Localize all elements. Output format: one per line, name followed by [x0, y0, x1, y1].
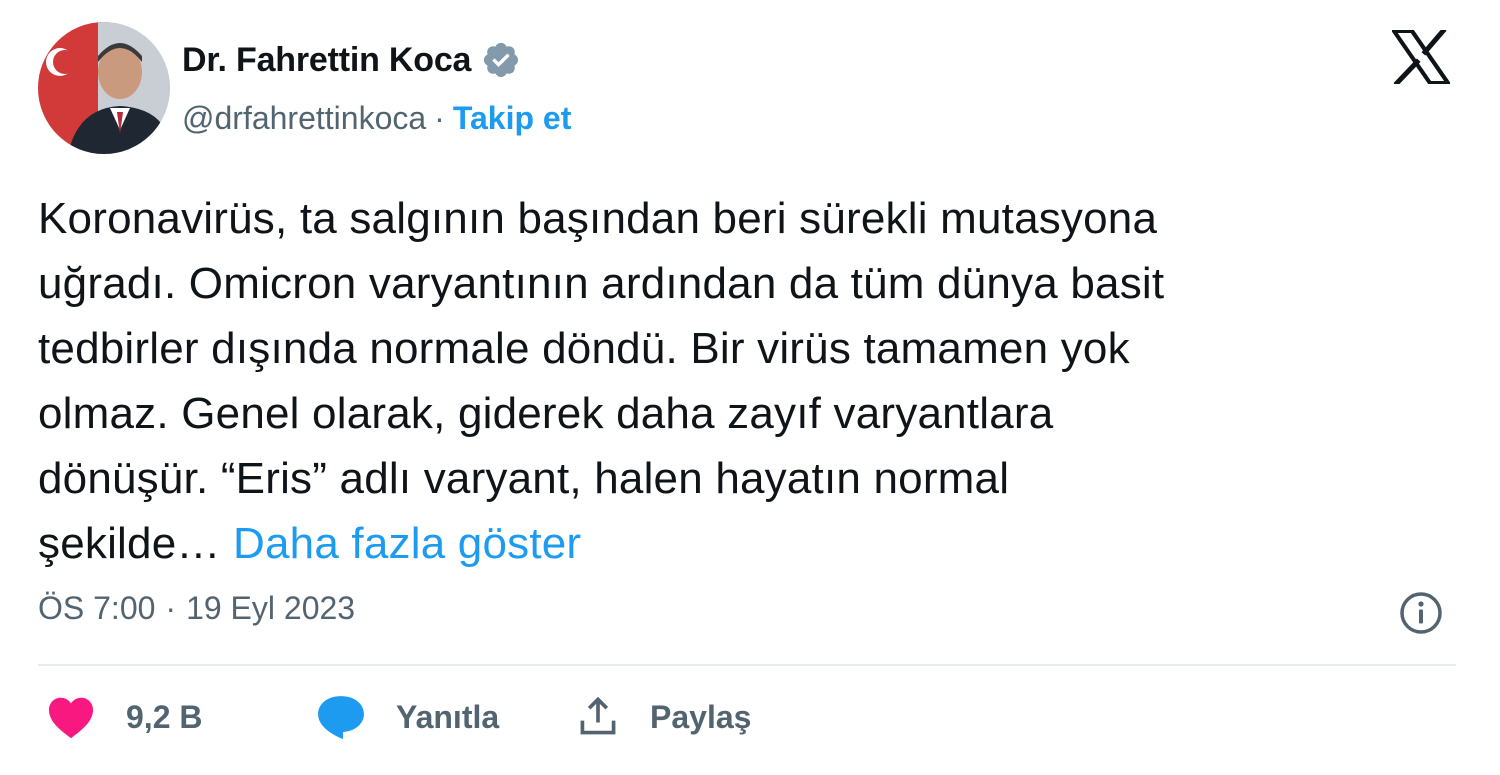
like-button[interactable]: 9,2 B — [46, 695, 316, 739]
author-handle[interactable]: @drfahrettinkoca — [182, 100, 426, 137]
handle-separator: · — [434, 100, 445, 136]
tweet-text-truncated: şekilde… — [38, 519, 221, 568]
tweet-text-line: dönüşür. “Eris” adlı varyant, halen haya… — [38, 454, 1010, 503]
share-icon — [576, 694, 620, 740]
verified-badge-icon — [481, 40, 521, 80]
show-more-link[interactable]: Daha fazla göster — [233, 519, 581, 568]
reply-button[interactable]: Yanıtla — [316, 694, 576, 740]
share-label: Paylaş — [650, 698, 752, 735]
action-bar: 9,2 B Yanıtla Paylaş — [46, 694, 751, 740]
tweet-embed-card: Dr. Fahrettin Koca @drfahrettinkoca · Ta… — [0, 0, 1500, 775]
reply-bubble-icon — [316, 694, 366, 740]
tweet-text-line: olmaz. Genel olarak, giderek daha zayıf … — [38, 389, 1054, 438]
tweet-text-line: tedbirler dışında normale döndü. Bir vir… — [38, 324, 1130, 373]
tweet-text: Koronavirüs, ta salgının başından beri s… — [38, 186, 1458, 576]
meta-separator: · — [165, 590, 177, 626]
share-button[interactable]: Paylaş — [576, 694, 751, 740]
divider — [38, 664, 1456, 666]
tweet-text-line: uğradı. Omicron varyantının ardından da … — [38, 259, 1165, 308]
x-logo-icon[interactable] — [1390, 27, 1452, 87]
follow-button[interactable]: Takip et — [453, 100, 572, 137]
reply-label: Yanıtla — [396, 698, 500, 735]
like-count: 9,2 B — [126, 698, 203, 735]
tweet-text-line: Koronavirüs, ta salgının başından beri s… — [38, 194, 1158, 243]
tweet-text-last-line: şekilde… Daha fazla göster — [38, 511, 1458, 576]
info-icon[interactable] — [1398, 590, 1444, 636]
author-display-name[interactable]: Dr. Fahrettin Koca — [182, 41, 471, 80]
tweet-timestamp[interactable]: ÖS 7:00 · 19 Eyl 2023 — [38, 590, 355, 627]
heart-icon — [46, 695, 96, 739]
tweet-date: 19 Eyl 2023 — [186, 590, 356, 626]
tweet-time: ÖS 7:00 — [38, 590, 156, 626]
avatar[interactable] — [38, 22, 170, 154]
